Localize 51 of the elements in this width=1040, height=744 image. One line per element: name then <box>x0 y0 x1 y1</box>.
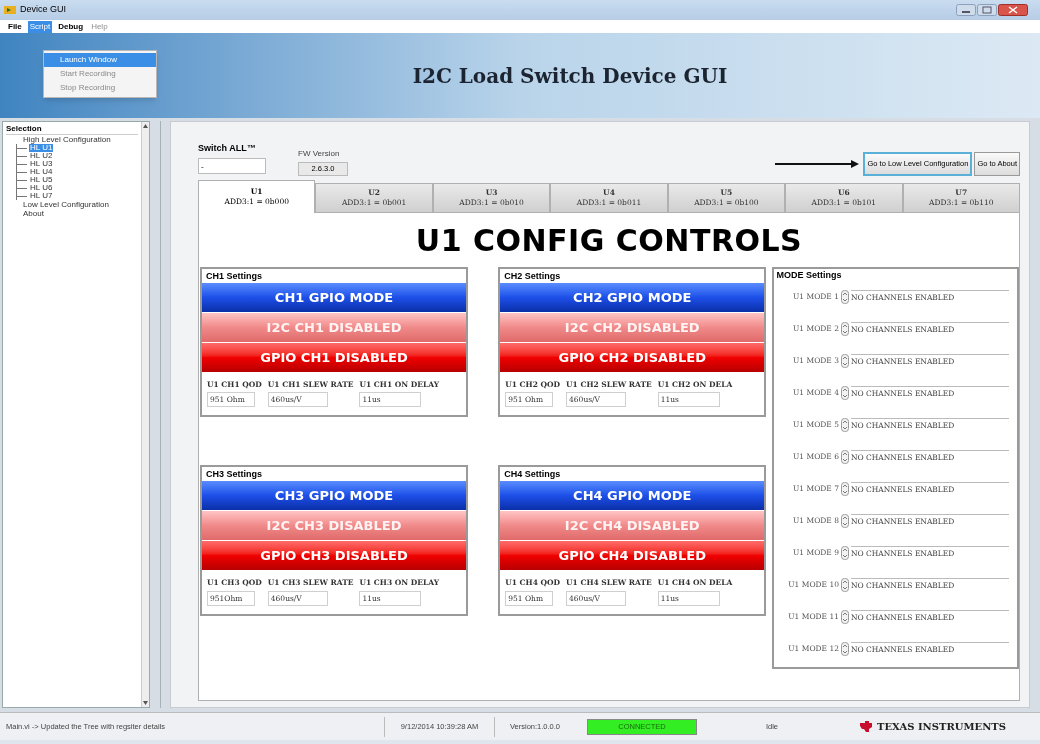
tree-item[interactable]: HL U7 <box>29 192 54 200</box>
logo-icon <box>859 720 873 733</box>
spinner-icon[interactable] <box>841 354 849 368</box>
panel-title: CH1 Settings <box>205 270 263 283</box>
channel-status-button[interactable]: CH4 GPIO MODE <box>500 481 765 511</box>
channel-status-button[interactable]: CH1 GPIO MODE <box>202 283 466 312</box>
channel-status-button[interactable]: GPIO CH2 DISABLED <box>500 343 765 372</box>
spinner-icon[interactable] <box>841 450 849 464</box>
minimize-icon[interactable] <box>956 4 976 16</box>
brand-name: TEXAS INSTRUMENTS <box>877 720 1006 734</box>
tree-item[interactable]: HL U5 <box>29 176 54 184</box>
spinner-icon[interactable] <box>841 610 849 624</box>
field-label: FW Version <box>298 148 341 160</box>
tree-item[interactable]: About <box>22 209 45 218</box>
channel-status-button[interactable]: CH3 GPIO MODE <box>202 481 466 511</box>
channel-status-button[interactable]: GPIO CH1 DISABLED <box>202 343 466 372</box>
spinner-icon[interactable] <box>841 546 849 560</box>
tree-item[interactable]: HL U6 <box>29 184 54 192</box>
menu-item[interactable]: File <box>6 20 24 33</box>
spinner-icon[interactable] <box>841 418 849 432</box>
app-title: I2C Load Switch Device GUI <box>412 62 728 90</box>
scroll-down-icon[interactable] <box>143 701 148 705</box>
panel-title: MODE Settings <box>776 269 843 281</box>
section-heading: U1 CONFIG CONTROLS <box>414 223 804 259</box>
channel-status-button[interactable]: CH2 GPIO MODE <box>500 283 765 312</box>
tree-item[interactable]: Low Level Configuration <box>22 200 110 209</box>
menu-item[interactable]: Debug <box>56 20 86 33</box>
scroll-up-icon[interactable] <box>143 124 148 128</box>
switch-all-field[interactable]: - <box>198 158 266 174</box>
tree-item[interactable]: HL U3 <box>29 160 54 168</box>
spinner-icon[interactable] <box>841 386 849 400</box>
panel-title: CH4 Settings <box>503 468 562 482</box>
spinner-icon[interactable] <box>841 482 849 496</box>
panel-title: CH3 Settings <box>205 468 263 482</box>
window-title: Device GUI <box>20 3 66 17</box>
panel-title: CH2 Settings <box>503 270 562 283</box>
app-icon <box>4 5 16 15</box>
spinner-icon[interactable] <box>841 322 849 336</box>
field-label: Switch ALL™ <box>198 141 257 155</box>
channel-status-button[interactable]: GPIO CH4 DISABLED <box>500 541 765 571</box>
spinner-icon[interactable] <box>841 514 849 528</box>
tree-item[interactable]: High Level Configuration <box>22 135 112 144</box>
close-icon[interactable] <box>998 4 1028 16</box>
scrollbar[interactable] <box>141 122 149 707</box>
spinner-icon[interactable] <box>841 642 849 656</box>
spinner-icon[interactable] <box>841 578 849 592</box>
tree-item[interactable]: HL U2 <box>29 152 54 160</box>
tree-item[interactable]: HL U4 <box>29 168 54 176</box>
sidebar-header: Selection <box>6 123 138 135</box>
spinner-icon[interactable] <box>841 290 849 304</box>
channel-status-button[interactable]: GPIO CH3 DISABLED <box>202 541 466 571</box>
